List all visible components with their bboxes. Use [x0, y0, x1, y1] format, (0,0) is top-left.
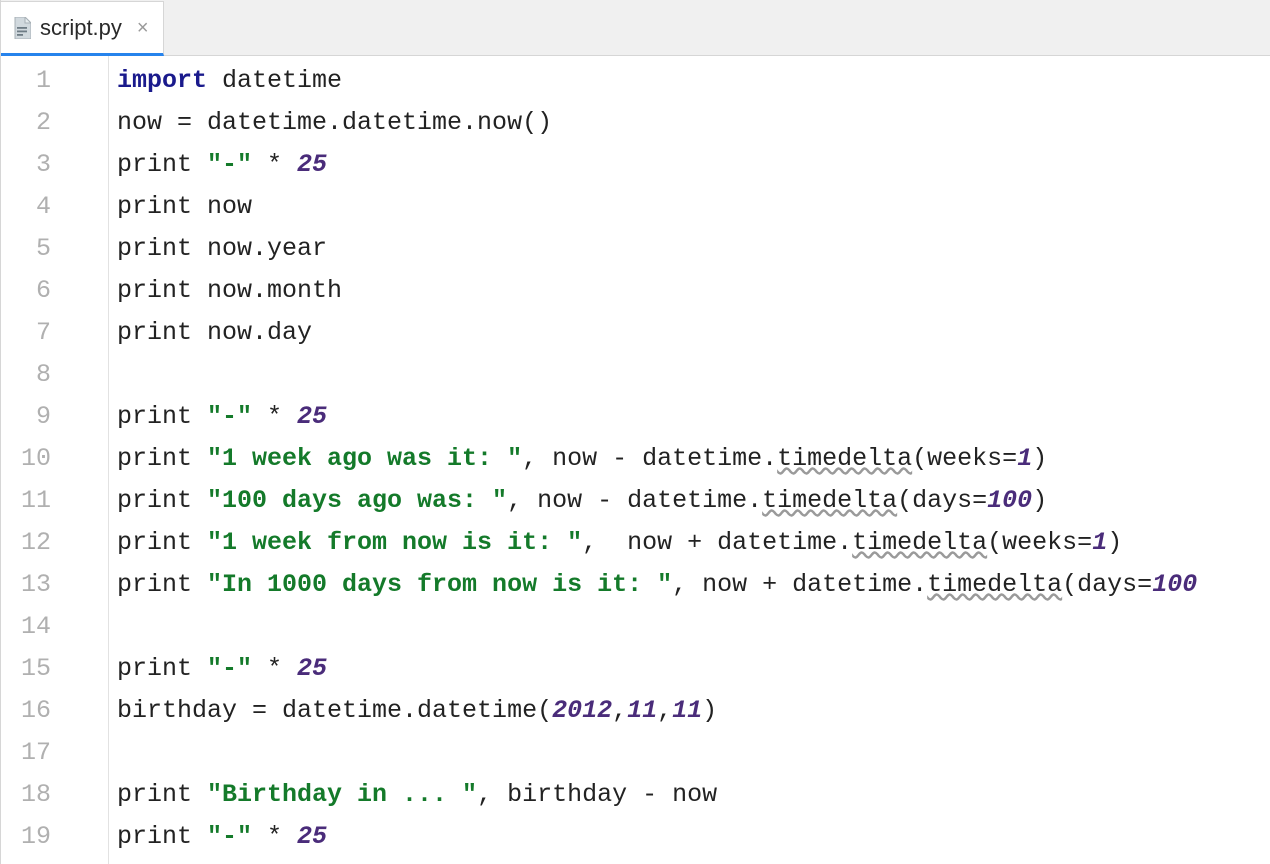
code-line[interactable]: print now — [117, 186, 1270, 228]
line-number: 9 — [1, 396, 51, 438]
code-line[interactable] — [117, 732, 1270, 774]
code-line[interactable]: print "1 week from now is it: ", now + d… — [117, 522, 1270, 564]
code-line[interactable]: print "1 week ago was it: ", now - datet… — [117, 438, 1270, 480]
python-file-icon — [13, 17, 31, 39]
code-line[interactable]: print "Birthday in ... ", birthday - now — [117, 774, 1270, 816]
code-line[interactable]: print now.year — [117, 228, 1270, 270]
line-number: 5 — [1, 228, 51, 270]
line-number: 1 — [1, 60, 51, 102]
code-line[interactable]: print "-" * 25 — [117, 144, 1270, 186]
code-line[interactable]: print "-" * 25 — [117, 648, 1270, 690]
line-number-gutter: 12345678910111213141516171819 — [1, 56, 61, 864]
code-editor[interactable]: 12345678910111213141516171819 import dat… — [1, 56, 1270, 864]
code-line[interactable] — [117, 606, 1270, 648]
code-line[interactable]: print "100 days ago was: ", now - dateti… — [117, 480, 1270, 522]
line-number: 2 — [1, 102, 51, 144]
gutter-separator — [61, 56, 109, 864]
code-line[interactable]: print now.month — [117, 270, 1270, 312]
tab-bar: script.py × — [1, 0, 1270, 56]
line-number: 7 — [1, 312, 51, 354]
code-line[interactable]: print "-" * 25 — [117, 396, 1270, 438]
line-number: 11 — [1, 480, 51, 522]
code-line[interactable]: import datetime — [117, 60, 1270, 102]
code-line[interactable]: print "In 1000 days from now is it: ", n… — [117, 564, 1270, 606]
line-number: 10 — [1, 438, 51, 480]
line-number: 19 — [1, 816, 51, 858]
line-number: 12 — [1, 522, 51, 564]
code-area[interactable]: import datetimenow = datetime.datetime.n… — [109, 56, 1270, 864]
line-number: 8 — [1, 354, 51, 396]
line-number: 13 — [1, 564, 51, 606]
close-icon[interactable]: × — [137, 18, 149, 38]
tab-script-py[interactable]: script.py × — [1, 1, 164, 56]
code-line[interactable]: print now.day — [117, 312, 1270, 354]
line-number: 3 — [1, 144, 51, 186]
code-line[interactable]: print "-" * 25 — [117, 816, 1270, 858]
line-number: 18 — [1, 774, 51, 816]
line-number: 14 — [1, 606, 51, 648]
editor-app: script.py × 1234567891011121314151617181… — [0, 0, 1270, 864]
line-number: 16 — [1, 690, 51, 732]
line-number: 6 — [1, 270, 51, 312]
tab-label: script.py — [40, 15, 122, 41]
line-number: 17 — [1, 732, 51, 774]
code-line[interactable]: birthday = datetime.datetime(2012,11,11) — [117, 690, 1270, 732]
code-line[interactable] — [117, 354, 1270, 396]
line-number: 15 — [1, 648, 51, 690]
line-number: 4 — [1, 186, 51, 228]
code-line[interactable]: now = datetime.datetime.now() — [117, 102, 1270, 144]
